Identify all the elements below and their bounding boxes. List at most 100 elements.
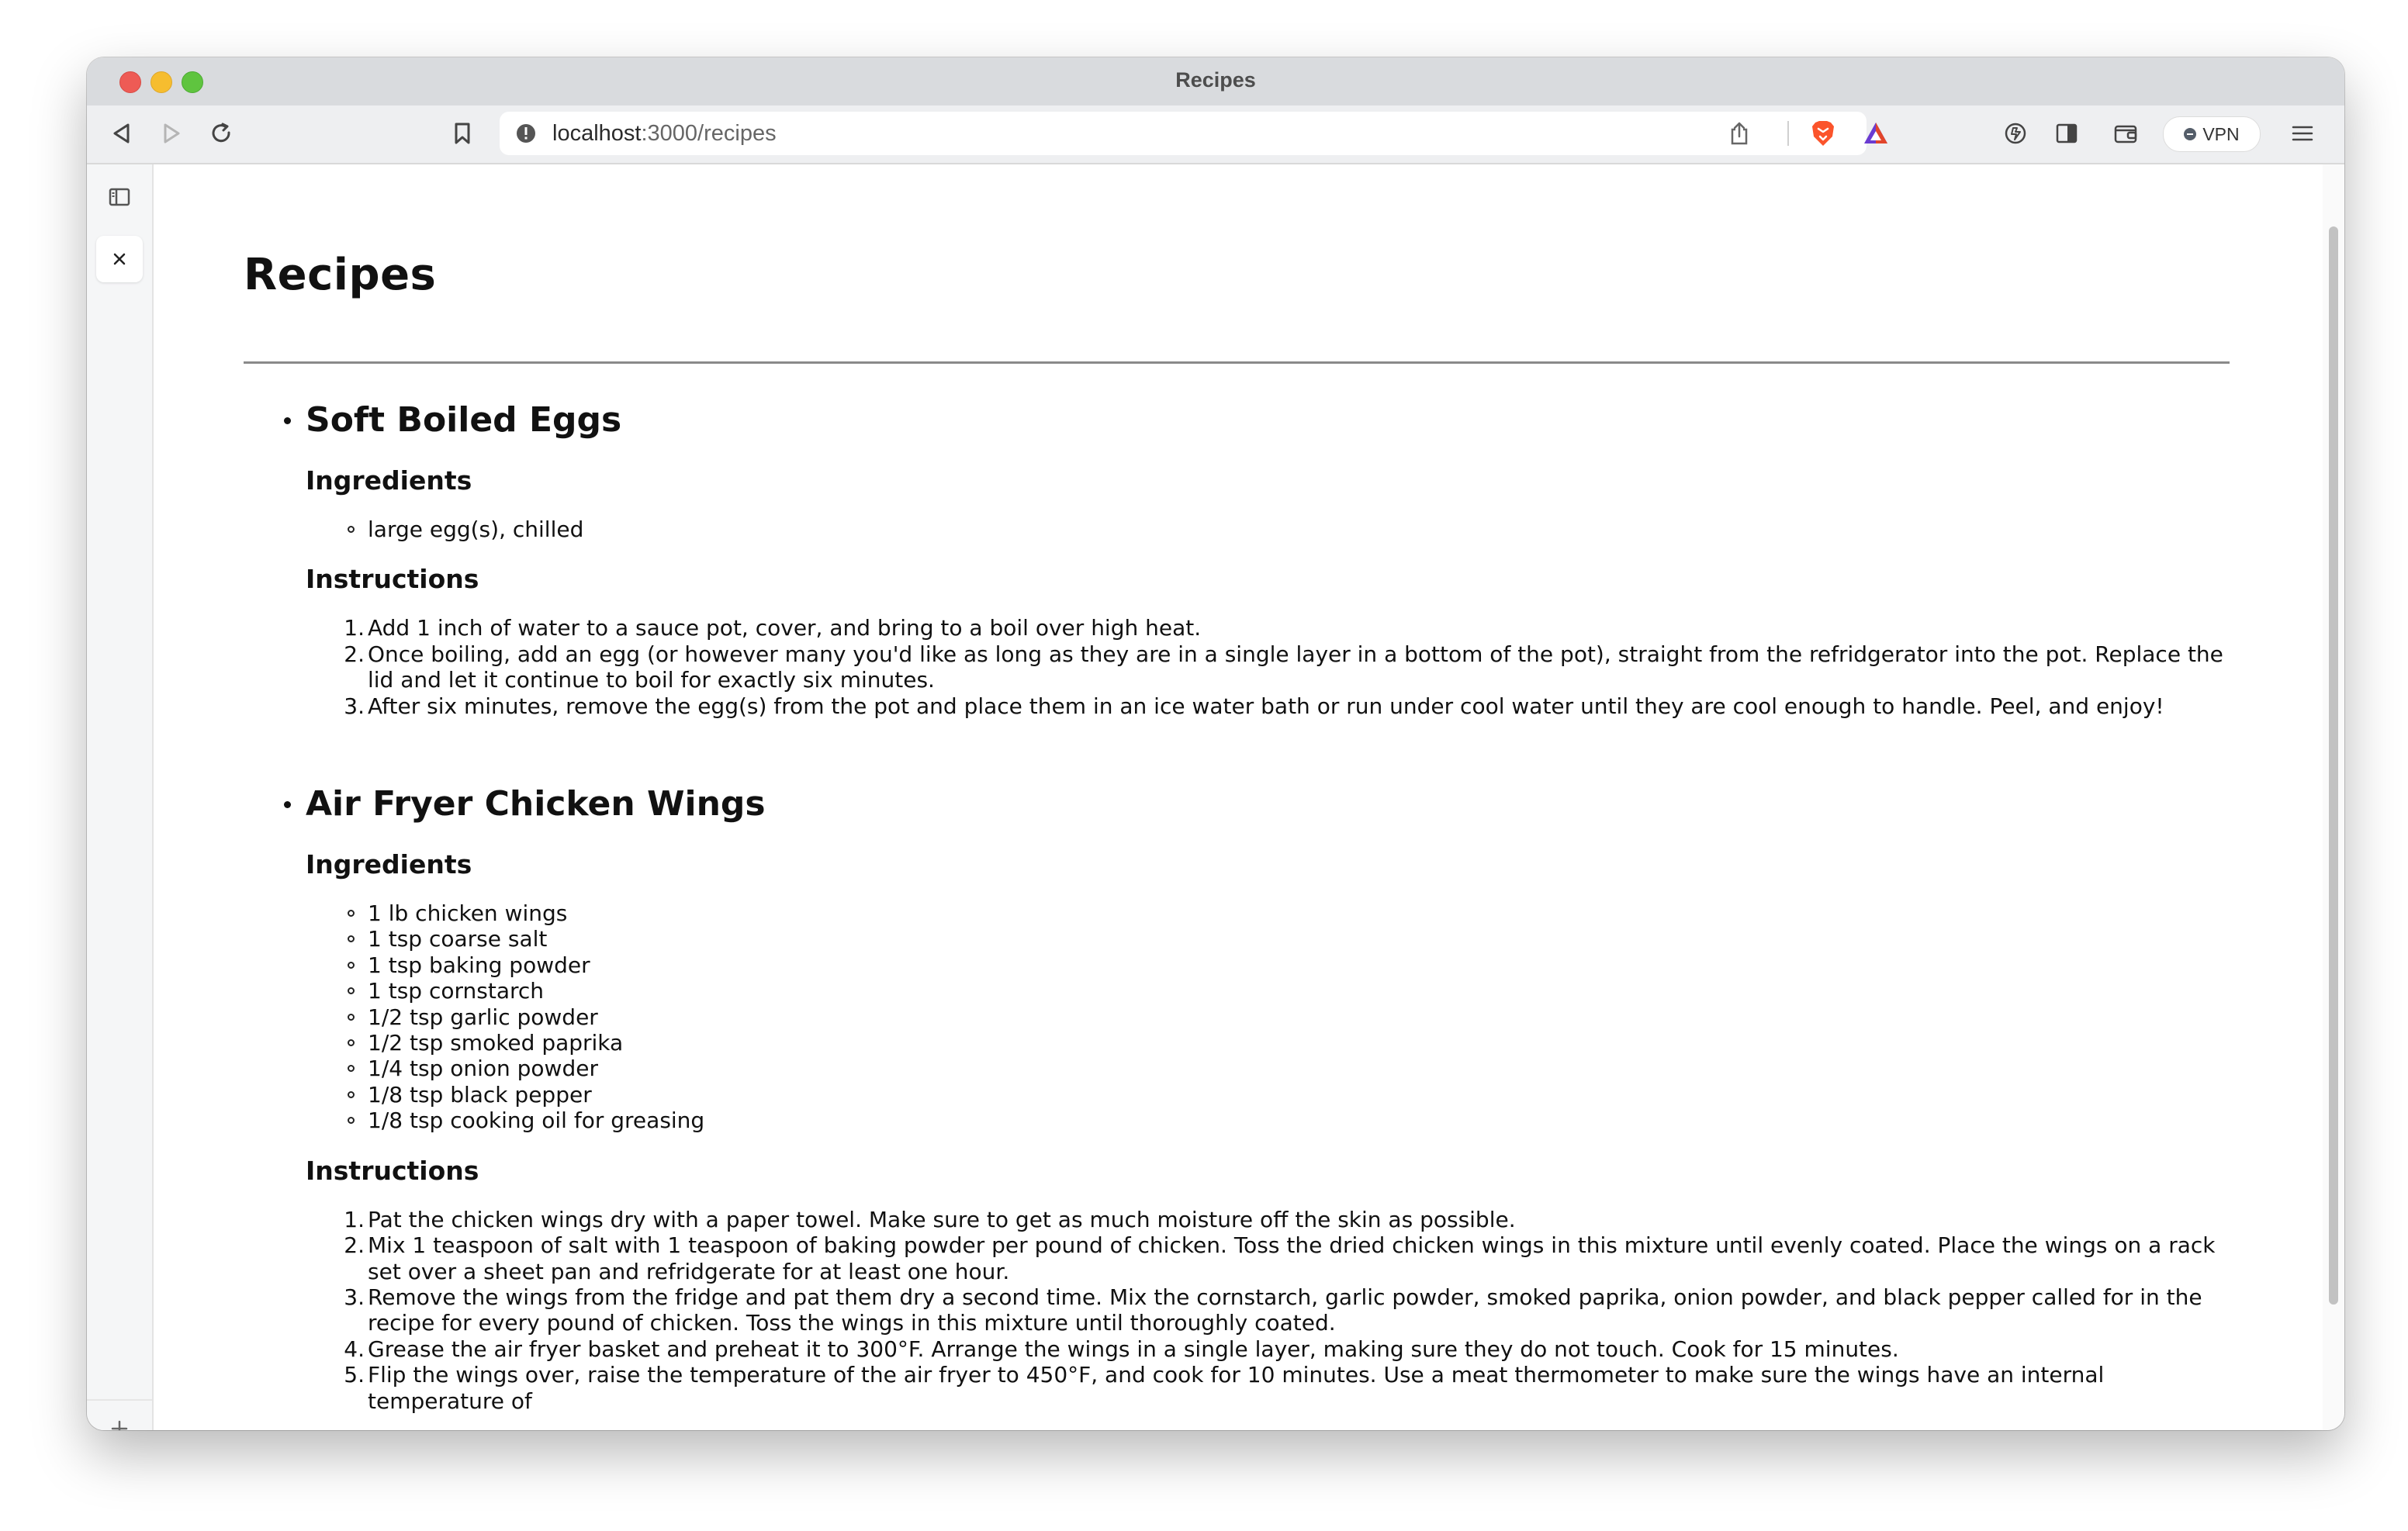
recipe-list: Soft Boiled Eggs Ingredients large egg(s),… (244, 389, 2233, 1430)
ingredient-item: 1/8 tsp cooking oil for greasing (306, 1108, 2233, 1133)
ingredient-text: 1 tsp coarse salt (368, 926, 548, 952)
recipe-title: Soft Boiled Eggs (306, 400, 622, 440)
title-bar: Recipes (87, 57, 2344, 105)
ingredients-list: large egg(s), chilled (306, 517, 2233, 542)
bookmark-icon[interactable] (447, 118, 478, 149)
bullet-circle-icon (348, 1117, 355, 1125)
sidebar-panel-icon[interactable] (2051, 118, 2082, 149)
ingredient-text: 1 tsp cornstarch (368, 978, 545, 1004)
bullet-circle-icon (348, 1013, 355, 1021)
bullet-circle-icon (348, 1039, 355, 1047)
bullet-circle-icon (348, 961, 355, 969)
instruction-step: 3. Remove the wings from the fridge and p… (306, 1284, 2233, 1336)
ingredient-item: 1 tsp cornstarch (306, 978, 2233, 1004)
url-text[interactable]: localhost:3000/recipes (552, 121, 777, 147)
bullet-disc-icon (284, 801, 291, 809)
sidebar-divider (87, 1399, 152, 1401)
step-number: 2. (344, 641, 365, 667)
scrollbar-thumb[interactable] (2329, 226, 2338, 1305)
sidebar-toggle-icon[interactable] (96, 174, 143, 220)
vpn-label: VPN (2202, 123, 2240, 144)
ingredient-text: 1/8 tsp cooking oil for greasing (368, 1108, 705, 1134)
brave-rewards-icon[interactable] (1862, 120, 1890, 147)
ingredient-text: 1/2 tsp smoked paprika (368, 1030, 624, 1056)
ingredient-item: 1/4 tsp onion powder (306, 1056, 2233, 1081)
instruction-step: 4. Grease the air fryer basket and prehea… (306, 1336, 2233, 1362)
bullet-circle-icon (348, 935, 355, 943)
ingredient-text: 1/4 tsp onion powder (368, 1056, 598, 1082)
back-arrow-icon[interactable] (106, 118, 137, 149)
add-sidebar-item-button[interactable] (96, 1405, 143, 1430)
ingredient-text: large egg(s), chilled (368, 517, 584, 542)
page-viewport: Recipes Soft Boiled Eggs Ingredients large… (154, 164, 2321, 1430)
step-text: Add 1 inch of water to a sauce pot, cove… (368, 615, 1202, 641)
forward-arrow-icon[interactable] (157, 118, 188, 149)
step-text: Mix 1 teaspoon of salt with 1 teaspoon o… (368, 1232, 2216, 1284)
close-icon (113, 253, 126, 265)
browser-window: Recipes localhost:3000/recipes VPN Recip… (87, 57, 2344, 1430)
step-number: 3. (344, 1284, 365, 1310)
brave-lion-icon[interactable] (1811, 119, 1835, 147)
ingredient-item: 1/2 tsp smoked paprika (306, 1030, 2233, 1056)
plus-icon (111, 1420, 128, 1430)
recipe-item: Soft Boiled Eggs Ingredients large egg(s),… (244, 389, 2233, 719)
step-number: 1. (344, 1206, 365, 1232)
bullet-circle-icon (348, 526, 355, 533)
ingredients-list: 1 lb chicken wings 1 tsp coarse salt 1 tsp… (306, 900, 2233, 1134)
step-text: Pat the chicken wings dry with a paper t… (368, 1206, 1516, 1232)
step-text: Grease the air fryer basket and preheat … (368, 1336, 1899, 1362)
bullet-disc-icon (284, 417, 291, 424)
vpn-button[interactable]: VPN (2163, 116, 2261, 152)
step-number: 1. (344, 615, 365, 641)
url-path: :3000/recipes (641, 121, 777, 146)
instructions-heading: Instructions (306, 564, 479, 595)
instruction-step: 2. Mix 1 teaspoon of salt with 1 teaspoon… (306, 1232, 2233, 1284)
ingredient-item: 1/8 tsp black pepper (306, 1082, 2233, 1108)
page-title: Recipes (244, 250, 437, 300)
reload-icon[interactable] (206, 118, 237, 149)
ingredient-text: 1 tsp baking powder (368, 952, 590, 978)
instruction-step: 2. Once boiling, add an egg (or however m… (306, 641, 2233, 693)
site-info-icon[interactable] (515, 123, 537, 144)
ingredient-item: 1 tsp coarse salt (306, 926, 2233, 952)
recipe-title: Air Fryer Chicken Wings (306, 784, 766, 824)
url-divider (1787, 121, 1789, 146)
title-divider (244, 361, 2230, 364)
ingredients-heading: Ingredients (306, 465, 472, 496)
share-icon[interactable] (1728, 121, 1750, 146)
ingredients-heading: Ingredients (306, 849, 472, 880)
step-text: Flip the wings over, raise the temperatu… (368, 1362, 2105, 1414)
step-text: Once boiling, add an egg (or however man… (368, 641, 2223, 693)
browser-sidebar (87, 164, 154, 1430)
instruction-step: 1. Add 1 inch of water to a sauce pot, co… (306, 615, 2233, 641)
wallet-icon[interactable] (2110, 118, 2141, 149)
close-panel-button[interactable] (96, 236, 143, 282)
ingredient-item: 1 lb chicken wings (306, 900, 2233, 926)
ingredient-item: large egg(s), chilled (306, 517, 2233, 542)
instructions-list: 1. Add 1 inch of water to a sauce pot, co… (306, 615, 2233, 719)
bullet-circle-icon (348, 1090, 355, 1098)
url-host: localhost (552, 121, 642, 146)
ingredient-item: 1 tsp baking powder (306, 952, 2233, 978)
instructions-heading: Instructions (306, 1155, 479, 1186)
page-scrollbar[interactable] (2323, 164, 2344, 1430)
instruction-step: 1. Pat the chicken wings dry with a paper… (306, 1207, 2233, 1232)
bullet-circle-icon (348, 910, 355, 918)
ingredient-text: 1 lb chicken wings (368, 900, 568, 927)
window-title: Recipes (1175, 68, 1256, 92)
browser-toolbar: localhost:3000/recipes VPN (87, 105, 2344, 164)
instruction-step: 3. After six minutes, remove the egg(s) f… (306, 693, 2233, 719)
leo-ai-icon[interactable] (2000, 118, 2031, 149)
step-number: 2. (344, 1232, 365, 1259)
address-bar[interactable]: localhost:3000/recipes (500, 112, 1887, 155)
ingredient-item: 1/2 tsp garlic powder (306, 1004, 2233, 1030)
instruction-step: 5. Flip the wings over, raise the tempera… (306, 1362, 2233, 1414)
screen: Recipes localhost:3000/recipes VPN Recip… (0, 0, 2408, 1531)
step-number: 5. (344, 1362, 365, 1388)
step-text: After six minutes, remove the egg(s) fro… (368, 693, 2164, 719)
bullet-circle-icon (348, 1065, 355, 1073)
hamburger-menu-icon[interactable] (2287, 118, 2318, 149)
vpn-status-icon (2184, 128, 2197, 140)
step-number: 4. (344, 1336, 365, 1362)
ingredient-text: 1/2 tsp garlic powder (368, 1004, 598, 1030)
